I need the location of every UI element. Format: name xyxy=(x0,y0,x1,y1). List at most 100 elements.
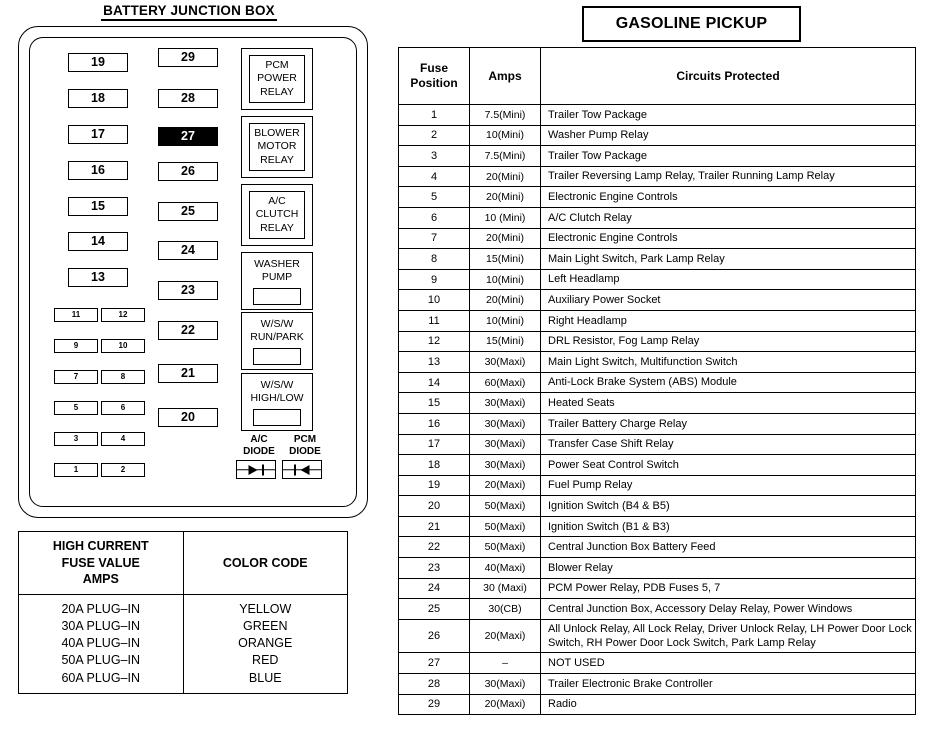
fuse-chart-head: Fuse Position Amps Circuits Protected xyxy=(398,47,916,105)
relay-wsw-high-low-slot[interactable] xyxy=(253,408,301,426)
relay-washer-pump-slot[interactable] xyxy=(253,287,301,305)
cell-circuits: Trailer Reversing Lamp Relay, Trailer Ru… xyxy=(540,165,916,188)
fuse-slot-5[interactable]: 5 xyxy=(54,401,98,415)
table-row: 1 7.5(Mini) Trailer Tow Package xyxy=(398,104,916,126)
cell-amps: 15(Mini) xyxy=(469,248,541,270)
cell-amps: 10(Mini) xyxy=(469,309,541,332)
fuse-slot-11[interactable]: 11 xyxy=(54,308,98,322)
cell-fuse-position: 25 xyxy=(398,598,470,620)
table-row: 7 20(Mini) Electronic Engine Controls xyxy=(398,227,916,250)
cell-fuse-position: 24 xyxy=(398,577,470,600)
fuse-slot-6[interactable]: 6 xyxy=(101,401,145,415)
table-row: 27– NOT USED xyxy=(398,652,916,675)
fuse-slot-27[interactable]: 27 xyxy=(158,127,218,146)
relay-wsw-run-park-slot[interactable] xyxy=(253,347,301,365)
relay-wsw-high-low-line2: HIGH/LOW xyxy=(250,392,304,405)
fuse-slot-12[interactable]: 12 xyxy=(101,308,145,322)
fuse-slot-1[interactable]: 1 xyxy=(54,463,98,477)
cell-circuits: Anti-Lock Brake System (ABS) Module xyxy=(540,371,916,394)
table-row: 29 20(Maxi) Radio xyxy=(398,693,916,716)
fuse-slot-14[interactable]: 14 xyxy=(68,232,128,251)
fuse-slot-3[interactable]: 3 xyxy=(54,432,98,446)
cell-amps: 60(Maxi) xyxy=(469,371,541,394)
cell-amps: 30(Maxi) xyxy=(469,392,541,414)
fuse-slot-23[interactable]: 23 xyxy=(158,281,218,300)
cell-fuse-position: 12 xyxy=(398,330,470,353)
cell-amps: 20(Mini) xyxy=(469,289,541,311)
fuse-slot-8[interactable]: 8 xyxy=(101,370,145,384)
cell-circuits: Main Light Switch, Park Lamp Relay xyxy=(540,248,916,270)
legend-header-color: COLOR CODE xyxy=(182,531,348,595)
relay-wsw-run-park[interactable]: W/S/W RUN/PARK xyxy=(241,312,313,370)
legend-color-2: ORANGE xyxy=(238,636,293,650)
pcm-diode-bar xyxy=(294,464,296,475)
cell-amps: 30(Maxi) xyxy=(469,412,541,435)
table-row: 19 20(Maxi) Fuel Pump Relay xyxy=(398,474,916,497)
legend-header-row: HIGH CURRENT FUSE VALUE AMPS COLOR CODE xyxy=(18,531,348,595)
cell-fuse-position: 2 xyxy=(398,124,470,147)
pcm-diode-group: PCM DIODE xyxy=(282,434,328,479)
fuse-slot-29[interactable]: 29 xyxy=(158,48,218,67)
fuse-slot-18[interactable]: 18 xyxy=(68,89,128,108)
relay-pcm-power[interactable]: PCM POWER RELAY xyxy=(241,48,313,110)
table-row: 17 30(Maxi) Transfer Case Shift Relay xyxy=(398,433,916,456)
cell-fuse-position: 6 xyxy=(398,206,470,229)
cell-amps: 10(Mini) xyxy=(469,124,541,147)
cell-amps: 30(Maxi) xyxy=(469,433,541,456)
fuse-slot-16[interactable]: 16 xyxy=(68,161,128,180)
fuse-slot-19[interactable]: 19 xyxy=(68,53,128,72)
relay-washer-pump[interactable]: WASHER PUMP xyxy=(241,252,313,310)
legend-color-4: BLUE xyxy=(248,670,282,685)
fuse-slot-17[interactable]: 17 xyxy=(68,125,128,144)
pcm-diode-label-line1: PCM xyxy=(293,434,317,445)
cell-circuits: DRL Resistor, Fog Lamp Relay xyxy=(540,330,916,353)
cell-fuse-position: 14 xyxy=(398,371,470,394)
legend-value-2: 40A PLUG–IN xyxy=(61,636,140,650)
fuse-slot-26[interactable]: 26 xyxy=(158,162,218,181)
cell-fuse-position: 29 xyxy=(398,693,470,716)
relay-ac-clutch[interactable]: A/C CLUTCH RELAY xyxy=(241,184,313,246)
fuse-slot-25[interactable]: 25 xyxy=(158,202,218,221)
cell-fuse-position: 5 xyxy=(398,186,470,208)
cell-amps: 30(Maxi) xyxy=(469,673,541,695)
fuse-slot-21[interactable]: 21 xyxy=(158,364,218,383)
cell-fuse-position: 10 xyxy=(398,289,470,311)
table-row: 11 10(Mini) Right Headlamp xyxy=(398,309,916,332)
relay-ac-clutch-line1: A/C xyxy=(268,194,286,207)
cell-circuits: Ignition Switch (B1 & B3) xyxy=(540,515,916,538)
relay-blower-motor-line3: RELAY xyxy=(260,153,294,166)
cell-circuits: Washer Pump Relay xyxy=(540,124,916,147)
relay-washer-pump-line2: PUMP xyxy=(261,271,293,284)
relay-wsw-run-park-line2: RUN/PARK xyxy=(250,331,304,344)
fuse-slot-10[interactable]: 10 xyxy=(101,339,145,353)
fuse-slot-7[interactable]: 7 xyxy=(54,370,98,384)
cell-circuits: Ignition Switch (B4 & B5) xyxy=(540,495,916,517)
fuse-slot-15[interactable]: 15 xyxy=(68,197,128,216)
fuse-slot-28[interactable]: 28 xyxy=(158,89,218,108)
relay-wsw-high-low[interactable]: W/S/W HIGH/LOW xyxy=(241,373,313,431)
cell-circuits: Radio xyxy=(540,693,916,716)
cell-fuse-position: 4 xyxy=(398,165,470,188)
fuse-slot-13[interactable]: 13 xyxy=(68,268,128,287)
cell-circuits: PCM Power Relay, PDB Fuses 5, 7 xyxy=(540,577,916,600)
cell-amps: 40(Maxi) xyxy=(469,557,541,579)
cell-circuits: Right Headlamp xyxy=(540,309,916,332)
legend-header-amps-line2: FUSE VALUE xyxy=(61,555,140,570)
relay-blower-motor-line1: BLOWER xyxy=(254,126,300,139)
cell-fuse-position: 22 xyxy=(398,536,470,559)
cell-amps: 10 (Mini) xyxy=(469,206,541,229)
cell-fuse-position: 7 xyxy=(398,227,470,250)
relay-pcm-power-line1: PCM xyxy=(265,58,289,71)
fuse-slot-4[interactable]: 4 xyxy=(101,432,145,446)
relay-blower-motor[interactable]: BLOWER MOTOR RELAY xyxy=(241,116,313,178)
fuse-slot-9[interactable]: 9 xyxy=(54,339,98,353)
relay-pcm-power-line3: RELAY xyxy=(260,85,294,98)
fuse-slot-20[interactable]: 20 xyxy=(158,408,218,427)
fuse-slot-22[interactable]: 22 xyxy=(158,321,218,340)
cell-fuse-position: 20 xyxy=(398,495,470,517)
table-row: 14 60(Maxi) Anti-Lock Brake System (ABS) M… xyxy=(398,371,916,394)
pcm-diode-icon xyxy=(282,460,322,479)
cell-circuits: Blower Relay xyxy=(540,557,916,579)
fuse-slot-2[interactable]: 2 xyxy=(101,463,145,477)
fuse-slot-24[interactable]: 24 xyxy=(158,241,218,260)
